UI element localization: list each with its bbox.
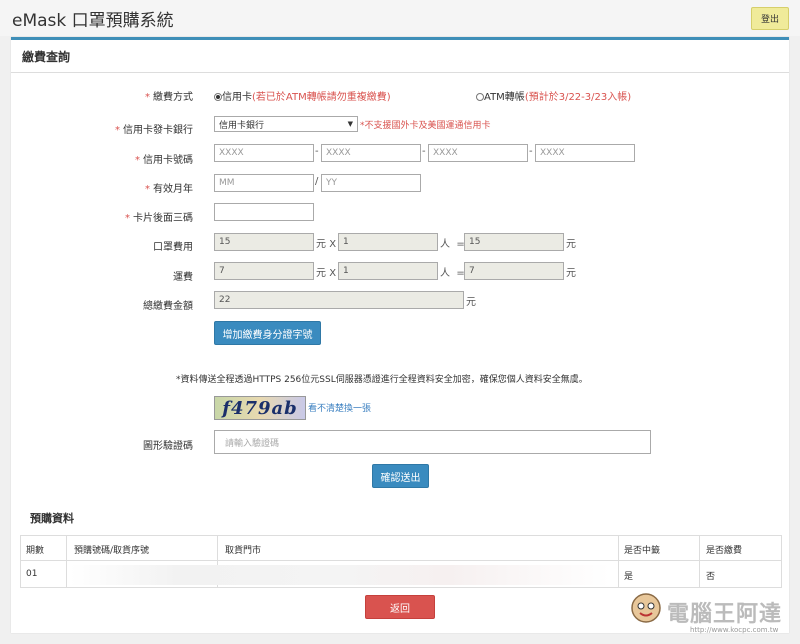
shipping-qty: 1	[338, 262, 438, 280]
mascot-logo-icon	[631, 593, 661, 623]
bank-select[interactable]: 信用卡銀行 ▼	[214, 116, 358, 132]
header-number: 預購號碼/取貨序號	[74, 546, 150, 556]
header-period: 期數	[26, 546, 45, 556]
captcha-image: f479ab	[214, 396, 306, 420]
security-note: *資料傳送全程透過HTTPS 256位元SSL伺服器憑證進行全程資料安全加密，確…	[176, 375, 588, 385]
table-border	[781, 535, 782, 588]
header-paid: 是否繳費	[706, 546, 743, 556]
unit-yuan: 元 X	[316, 268, 337, 279]
dash: -	[315, 146, 319, 157]
captcha-input[interactable]: 請輸入驗證碼	[214, 430, 651, 454]
unit-yuan: 元 X	[316, 239, 337, 250]
preorder-title: 預購資料	[30, 512, 74, 525]
unit-yuan: 元	[566, 239, 576, 250]
card-number-input-1[interactable]: XXXX	[214, 144, 314, 162]
back-button[interactable]: 返回	[365, 595, 435, 619]
row-paid: 否	[706, 572, 716, 582]
bank-note: *不支援國外卡及美國運通信用卡	[360, 121, 491, 131]
radio-atm[interactable]: ATM轉帳(預計於3/22-3/23入帳)	[476, 88, 631, 103]
slash: /	[315, 176, 319, 187]
radio-credit-card[interactable]: 信用卡(若已於ATM轉帳請勿重複繳費)	[214, 88, 391, 103]
radio-selected-icon	[214, 93, 222, 101]
card-number-input-3[interactable]: XXXX	[428, 144, 528, 162]
add-id-button[interactable]: 增加繳費身分證字號	[214, 321, 321, 345]
submit-button[interactable]: 確認送出	[372, 464, 429, 488]
card-number-input-4[interactable]: XXXX	[535, 144, 635, 162]
header-store: 取貨門市	[225, 546, 262, 556]
expiry-year-input[interactable]: YY	[321, 174, 421, 192]
dash: -	[529, 146, 533, 157]
table-border	[699, 535, 700, 588]
expiry-label: * 有效月年	[145, 184, 193, 195]
shipping-unit-price: 7	[214, 262, 314, 280]
table-border	[20, 535, 782, 536]
card-number-label: * 信用卡號碼	[135, 155, 193, 166]
row-won: 是	[624, 572, 634, 582]
unit-person: 人 =	[440, 268, 465, 279]
mask-unit-price: 15	[214, 233, 314, 251]
cvv-label: * 卡片後面三碼	[125, 213, 193, 224]
header-won: 是否中籤	[624, 546, 661, 556]
payment-method-label: * 繳費方式	[145, 92, 193, 103]
mask-fee-label: 口罩費用	[153, 242, 193, 253]
mask-qty: 1	[338, 233, 438, 251]
watermark-url: http://www.kocpc.com.tw	[690, 626, 779, 634]
shipping-total: 7	[464, 262, 564, 280]
table-border	[20, 535, 21, 588]
table-border	[20, 587, 782, 588]
unit-person: 人 =	[440, 239, 465, 250]
cvv-input[interactable]	[214, 203, 314, 221]
radio-unselected-icon	[476, 93, 484, 101]
dropdown-arrow-icon: ▼	[347, 120, 353, 128]
logout-button[interactable]: 登出	[751, 7, 789, 30]
expiry-month-input[interactable]: MM	[214, 174, 314, 192]
total-fee-value: 22	[214, 291, 464, 309]
bank-label: * 信用卡發卡銀行	[115, 125, 193, 136]
row-period: 01	[26, 569, 38, 579]
panel-title: 繳費查詢	[22, 50, 71, 64]
mask-total: 15	[464, 233, 564, 251]
captcha-refresh-link[interactable]: 看不清楚換一張	[308, 401, 371, 414]
unit-yuan: 元	[466, 297, 476, 308]
card-number-input-2[interactable]: XXXX	[321, 144, 421, 162]
watermark-text: 電腦王阿達	[667, 602, 783, 627]
table-border	[618, 535, 619, 588]
dash: -	[422, 146, 426, 157]
panel-header	[11, 40, 789, 73]
total-fee-label: 總繳費金額	[143, 301, 193, 312]
shipping-label: 運費	[173, 272, 193, 283]
redacted-area	[70, 565, 610, 585]
unit-yuan: 元	[566, 268, 576, 279]
table-border	[66, 535, 67, 588]
captcha-label: 圖形驗證碼	[143, 441, 193, 452]
table-border	[20, 560, 782, 561]
app-title: eMask 口罩預購系統	[12, 11, 174, 31]
